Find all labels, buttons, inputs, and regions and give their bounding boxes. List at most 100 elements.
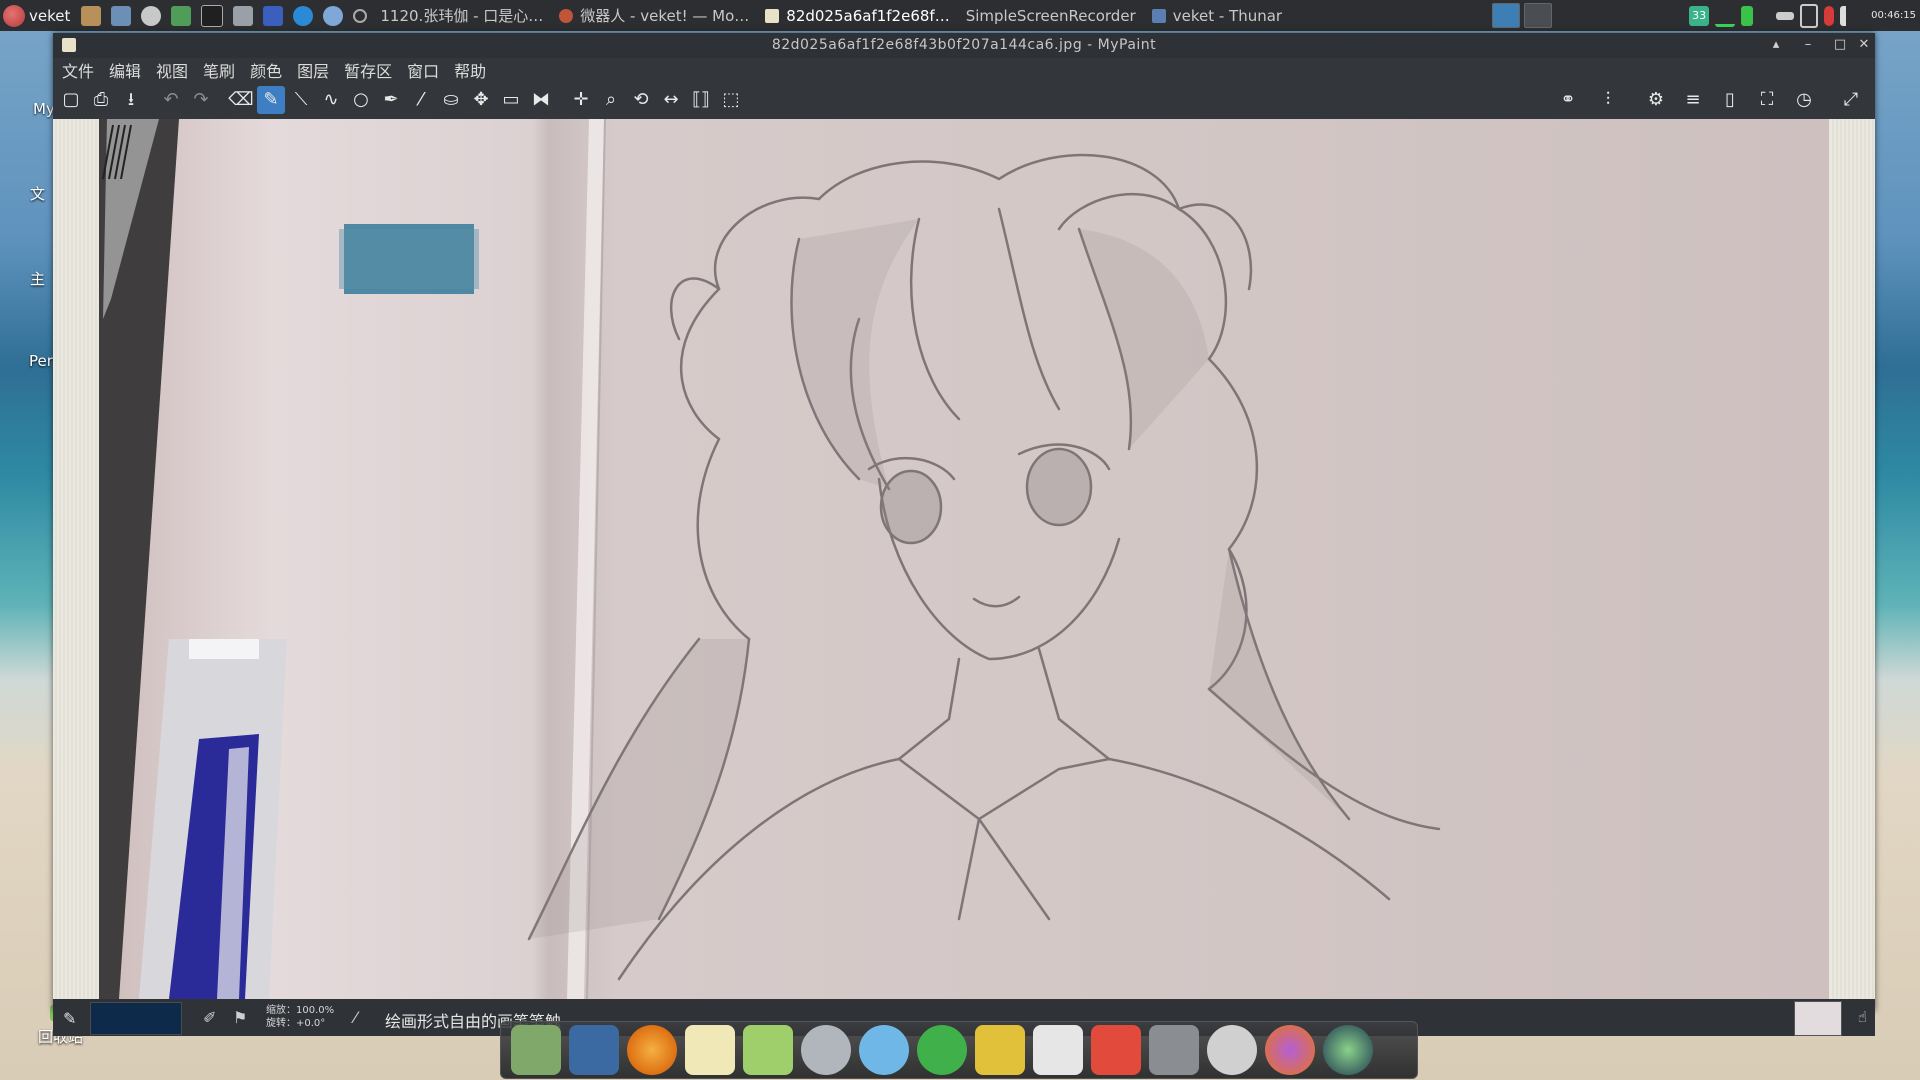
settings-launcher-icon[interactable] — [141, 5, 162, 26]
settings-dock-icon[interactable] — [1207, 1025, 1257, 1075]
undo-icon[interactable]: ↶ — [157, 86, 185, 114]
pen-icon[interactable]: ✒ — [377, 86, 405, 114]
expand-icon[interactable]: ⤢ — [1837, 86, 1865, 114]
minimize-button[interactable]: – — [1797, 35, 1819, 55]
menu-view[interactable]: 视图 — [156, 58, 188, 82]
ellipse-icon[interactable]: ○ — [347, 86, 375, 114]
fit-view-icon[interactable]: ⬚ — [717, 86, 745, 114]
volume-icon[interactable] — [1840, 5, 1862, 26]
layers-icon[interactable]: ≡ — [1679, 86, 1707, 114]
app-menu-label[interactable]: veket — [29, 7, 70, 25]
menu-edit[interactable]: 编辑 — [109, 58, 141, 82]
workspace-2[interactable] — [1524, 3, 1552, 28]
menu-color[interactable]: 颜色 — [250, 58, 282, 82]
brush-settings-icon[interactable]: ✐ — [203, 1008, 216, 1027]
menu-window[interactable]: 窗口 — [407, 58, 439, 82]
monitor-launcher-icon[interactable] — [111, 5, 132, 26]
flip-view-icon[interactable]: ↔ — [657, 86, 685, 114]
taskbar-item-browser[interactable]: 微器人 - veket! — Mo… — [551, 0, 757, 31]
taskbar-item-recorder[interactable]: SimpleScreenRecorder — [958, 0, 1144, 31]
charts-dock-icon[interactable] — [1033, 1025, 1083, 1075]
brushes-icon[interactable]: ⫶ — [1594, 86, 1622, 114]
paint-icon — [765, 8, 780, 23]
battery-badge[interactable]: 33 — [1689, 5, 1710, 26]
pan-view-icon[interactable]: ✛ — [567, 86, 595, 114]
veket-logo-icon[interactable] — [3, 4, 25, 27]
eraser-icon[interactable]: ⌫ — [227, 86, 255, 114]
microphone-icon[interactable] — [1824, 5, 1835, 26]
scratchpad-icon[interactable]: ▯ — [1716, 86, 1744, 114]
desktop-label[interactable]: 主 — [30, 268, 45, 289]
fullscreen-icon[interactable]: ⛶ — [1753, 86, 1781, 114]
browser-dock-icon[interactable] — [627, 1025, 677, 1075]
play-launcher-icon[interactable] — [171, 5, 192, 26]
settings-icon[interactable]: ⚙ — [1642, 86, 1670, 114]
workspace-1[interactable] — [1492, 3, 1520, 28]
file-manager-dock-icon[interactable] — [511, 1025, 561, 1075]
player-dock-icon[interactable] — [917, 1025, 967, 1075]
rotate-view-icon[interactable]: ⟲ — [627, 86, 655, 114]
maximize-button[interactable]: □ — [1829, 35, 1851, 55]
hand-icon[interactable]: ☝ — [1858, 1008, 1867, 1026]
desktop-label[interactable]: Per — [29, 352, 53, 370]
window-title: 82d025a6af1f2e68f43b0f207a144ca6.jpg - M… — [771, 37, 1157, 53]
image-editor-dock-icon[interactable] — [743, 1025, 793, 1075]
archive-dock-icon[interactable] — [975, 1025, 1025, 1075]
history-icon[interactable]: ◷ — [1790, 86, 1818, 114]
pin-icon[interactable]: ⚑ — [233, 1008, 247, 1027]
atom-dock-icon[interactable] — [859, 1025, 909, 1075]
clipboard-icon[interactable] — [1800, 3, 1819, 28]
freehand-brush-icon[interactable]: ✎ — [257, 86, 285, 114]
taskbar-item-media[interactable]: 1120.张玮伽 - 口是心… — [372, 0, 551, 31]
taskbar-item-thunar[interactable]: veket - Thunar — [1144, 0, 1290, 31]
fill-bucket-icon[interactable]: ⛀ — [437, 86, 465, 114]
menu-help[interactable]: 帮助 — [454, 58, 486, 82]
new-document-icon[interactable]: ▢ — [57, 86, 85, 114]
globe-launcher-icon[interactable] — [323, 5, 344, 26]
desktop-label[interactable]: My — [33, 100, 55, 118]
current-color-swatch[interactable] — [90, 1002, 182, 1035]
check-launcher-icon[interactable] — [293, 5, 314, 26]
menu-file[interactable]: 文件 — [62, 58, 94, 82]
open-file-icon[interactable]: ⎙ — [87, 86, 115, 114]
zoom-view-icon[interactable]: ⌕ — [597, 86, 625, 114]
screenshot-launcher-icon[interactable] — [263, 5, 284, 26]
terminal-launcher-icon[interactable] — [201, 4, 224, 27]
printer-launcher-icon[interactable] — [233, 5, 254, 26]
taskbar-item-mypaint[interactable]: 82d025a6af1f2e68f… — [757, 0, 957, 31]
menu-layer[interactable]: 图层 — [297, 58, 329, 82]
drive-dock-icon[interactable] — [1149, 1025, 1199, 1075]
color-picker-icon[interactable]: ⁄ — [407, 86, 435, 114]
menu-scratchpad[interactable]: 暂存区 — [344, 58, 392, 82]
document-thumbnail[interactable] — [1794, 1001, 1842, 1036]
window-titlebar[interactable]: 82d025a6af1f2e68f43b0f207a144ca6.jpg - M… — [53, 33, 1875, 58]
menu-brush[interactable]: 笔刷 — [203, 58, 235, 82]
drive-icon[interactable] — [1776, 11, 1795, 20]
folder-launcher-icon[interactable] — [81, 5, 102, 26]
notes-dock-icon[interactable] — [685, 1025, 735, 1075]
move-layer-icon[interactable]: ✥ — [467, 86, 495, 114]
inking-icon[interactable]: ⟍ — [287, 86, 315, 114]
music-dock-icon[interactable] — [801, 1025, 851, 1075]
clock[interactable]: 00:46:15 — [1871, 10, 1916, 21]
firefox-dock-icon[interactable] — [1265, 1025, 1315, 1075]
rocket-dock-icon[interactable] — [1091, 1025, 1141, 1075]
symmetry-icon[interactable]: ⧓ — [527, 86, 555, 114]
close-button[interactable]: ✕ — [1853, 35, 1875, 55]
reset-view-icon[interactable]: ⟦⟧ — [687, 86, 715, 114]
battery-icon[interactable] — [1741, 5, 1754, 26]
desktop-label[interactable]: 文 — [30, 183, 45, 204]
circle-launcher-icon[interactable] — [353, 8, 368, 23]
color-wheel-icon[interactable]: ⚭ — [1554, 86, 1582, 114]
brush-icon[interactable]: ✎ — [63, 1009, 76, 1028]
frame-icon[interactable]: ▭ — [497, 86, 525, 114]
monitor-dock-icon[interactable] — [569, 1025, 619, 1075]
camera-dock-icon[interactable] — [1323, 1025, 1373, 1075]
redo-icon[interactable]: ↷ — [187, 86, 215, 114]
dock — [500, 1021, 1418, 1079]
lines-curves-icon[interactable]: ∿ — [317, 86, 345, 114]
wifi-icon[interactable] — [1715, 4, 1736, 27]
canvas[interactable] — [53, 119, 1875, 999]
shade-button[interactable]: ▴ — [1765, 35, 1787, 55]
save-file-icon[interactable]: ⭳ — [117, 86, 145, 114]
